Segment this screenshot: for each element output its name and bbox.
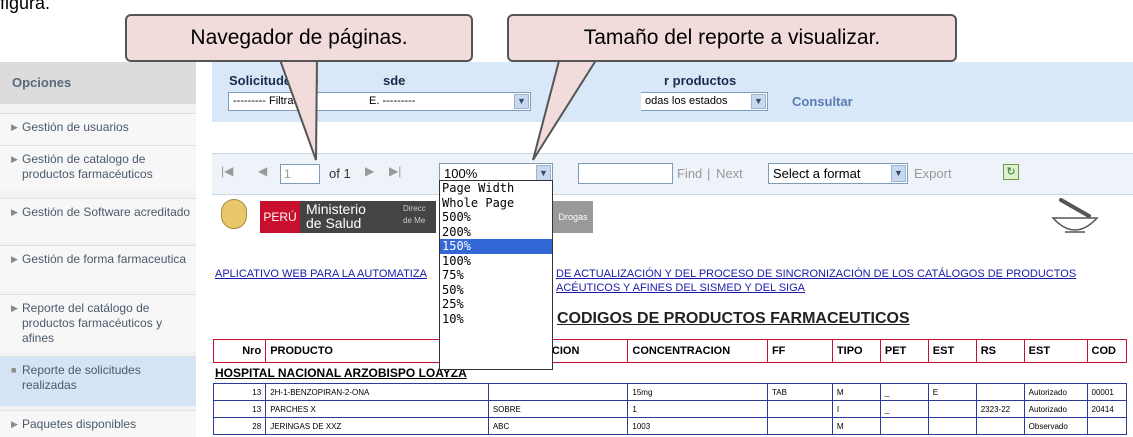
navigator-callout: Navegador de páginas.	[125, 14, 473, 62]
size-callout: Tamaño del reporte a visualizar.	[507, 14, 957, 62]
callout-pointers	[277, 56, 600, 161]
